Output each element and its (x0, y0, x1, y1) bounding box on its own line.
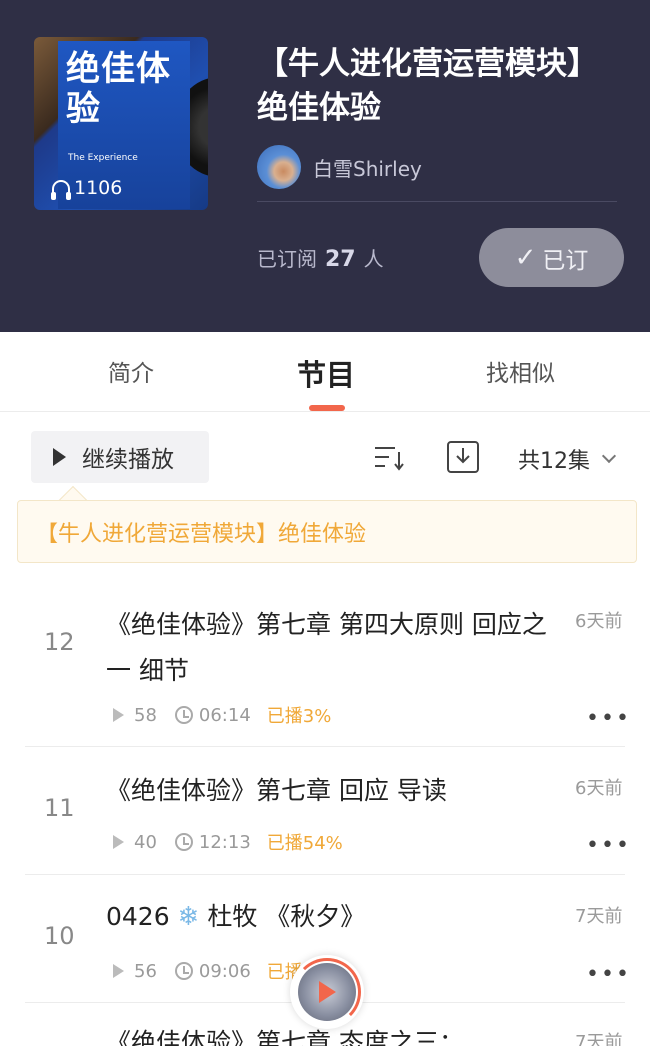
sort-icon[interactable] (373, 442, 405, 472)
clock-icon (174, 833, 193, 851)
subscribers-suffix: 人 (363, 247, 384, 271)
snowflake-icon: ❄ (177, 902, 200, 932)
check-icon: ✓ (514, 242, 537, 273)
episode-meta: 58 06:14 已播3% (113, 702, 331, 728)
episode-count-dropdown[interactable]: 共12集 (518, 443, 617, 475)
tab-indicator (309, 405, 345, 411)
subscriber-count: 已订阅 27 人 (257, 243, 384, 272)
episode-title-suffix: 杜牧 《秋夕》 (207, 902, 366, 931)
subscribers-prefix: 已订阅 (257, 247, 317, 271)
header-divider (257, 201, 617, 202)
episode-duration: 09:06 (198, 960, 251, 982)
more-icon[interactable]: ••• (586, 962, 631, 987)
episode-meta: 56 09:06 已播 (113, 958, 303, 984)
episode-plays: 40 (134, 831, 157, 853)
play-icon[interactable] (319, 981, 336, 1003)
album-header: 绝佳体验 The Experience 1106 【牛人进化营运营模块】绝佳体验… (0, 0, 650, 332)
episode-meta: 40 12:13 已播54% (113, 829, 343, 855)
episode-plays: 56 (134, 960, 157, 982)
subscribed-label: 已订 (542, 247, 589, 274)
episode-number: 12 (44, 628, 75, 656)
author-name[interactable]: 白雪Shirley (313, 153, 422, 182)
episode-title[interactable]: 《绝佳体验》第七章 回应 导读 (106, 768, 556, 814)
continue-play-button[interactable]: 继续播放 (31, 431, 209, 483)
play-count-icon (113, 835, 124, 849)
continue-notice[interactable]: 【牛人进化营运营模块】绝佳体验 (17, 500, 637, 563)
episode-title[interactable]: 《绝佳体验》第七章 第四大原则 回应之一 细节 (106, 602, 556, 694)
tab-bar: 简介 节目 找相似 (0, 332, 650, 412)
headphones-icon (51, 180, 71, 200)
tab-intro[interactable]: 简介 (108, 354, 154, 388)
divider (25, 746, 625, 747)
more-icon[interactable]: ••• (586, 833, 631, 858)
avatar[interactable] (257, 145, 301, 189)
mini-player[interactable] (290, 955, 364, 1029)
episode-time: 6天前 (575, 611, 623, 632)
subscribed-button[interactable]: ✓ 已订 (479, 228, 624, 287)
episode-count-label: 共12集 (518, 449, 590, 474)
cover-title: 绝佳体验 (66, 49, 171, 129)
played-progress: 已播3% (266, 706, 332, 727)
subscribers-number: 27 (325, 247, 356, 272)
episode-time: 7天前 (575, 1032, 623, 1046)
play-count-value: 1106 (74, 177, 123, 199)
episode-title[interactable]: 0426 ❄ 杜牧 《秋夕》 (106, 894, 556, 940)
episode-title-prefix: 0426 (106, 902, 170, 931)
clock-icon (174, 706, 193, 724)
divider (25, 874, 625, 875)
episode-duration: 12:13 (198, 831, 251, 853)
cover-play-count: 1106 (51, 177, 123, 200)
continue-play-label: 继续播放 (82, 447, 174, 473)
clock-icon (174, 962, 193, 980)
episode-number: 11 (44, 794, 75, 822)
episode-time: 7天前 (575, 906, 623, 927)
cover-subtitle: The Experience (68, 153, 138, 163)
chevron-down-icon (601, 448, 617, 464)
tab-similar[interactable]: 找相似 (486, 354, 555, 388)
episode-time: 6天前 (575, 778, 623, 799)
album-title: 【牛人进化营运营模块】绝佳体验 (257, 46, 583, 126)
episode-number: 10 (44, 922, 75, 950)
play-count-icon (113, 964, 124, 978)
download-icon[interactable] (446, 440, 480, 474)
tab-episodes[interactable]: 节目 (297, 352, 355, 394)
author[interactable]: 白雪Shirley (257, 145, 422, 189)
played-progress: 已播54% (266, 833, 343, 854)
episode-duration: 06:14 (198, 704, 251, 726)
album-cover[interactable]: 绝佳体验 The Experience 1106 (34, 37, 208, 210)
play-count-icon (113, 708, 124, 722)
episode-plays: 58 (134, 704, 157, 726)
play-icon (53, 448, 66, 466)
more-icon[interactable]: ••• (586, 706, 631, 731)
